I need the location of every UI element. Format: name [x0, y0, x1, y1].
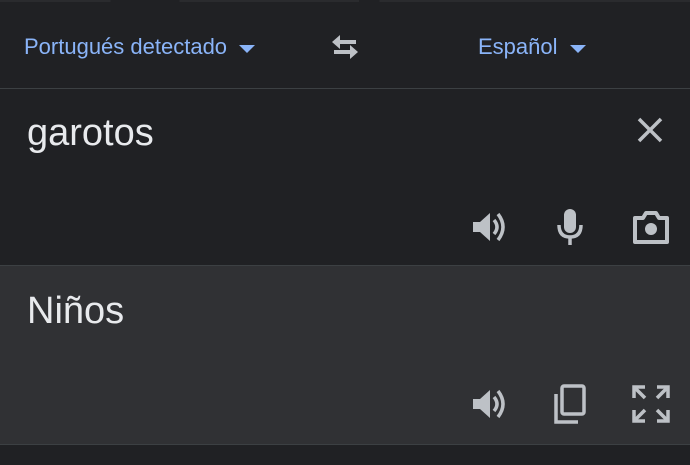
chevron-down-icon	[569, 45, 586, 53]
microphone-icon	[557, 209, 583, 245]
bottom-strip	[0, 445, 690, 465]
listen-source-button[interactable]	[469, 207, 509, 247]
source-text[interactable]: garotos	[27, 114, 154, 152]
copy-translation-button[interactable]	[550, 384, 590, 424]
source-language-label: Portugués detectado	[24, 34, 228, 59]
source-panel[interactable]: garotos	[0, 89, 690, 265]
fullscreen-icon	[632, 385, 670, 423]
voice-input-button[interactable]	[550, 207, 590, 247]
language-bar: Portugués detectado Español	[0, 0, 690, 88]
swap-icon	[332, 35, 358, 59]
speaker-icon	[473, 389, 505, 419]
target-language-selector[interactable]: Español	[478, 30, 586, 64]
clear-button[interactable]	[631, 111, 669, 149]
speaker-icon	[473, 212, 505, 242]
camera-icon	[633, 211, 669, 244]
chevron-down-icon	[239, 45, 256, 53]
target-language-label: Español	[478, 34, 558, 59]
listen-translation-button[interactable]	[469, 384, 509, 424]
translation-text: Niños	[27, 290, 125, 332]
copy-icon	[554, 384, 586, 424]
fullscreen-button[interactable]	[631, 384, 671, 424]
translation-panel: Niños	[0, 266, 690, 444]
camera-input-button[interactable]	[631, 207, 671, 247]
swap-languages-button[interactable]	[326, 32, 364, 62]
close-icon	[637, 117, 663, 143]
source-language-selector[interactable]: Portugués detectado	[24, 30, 256, 64]
